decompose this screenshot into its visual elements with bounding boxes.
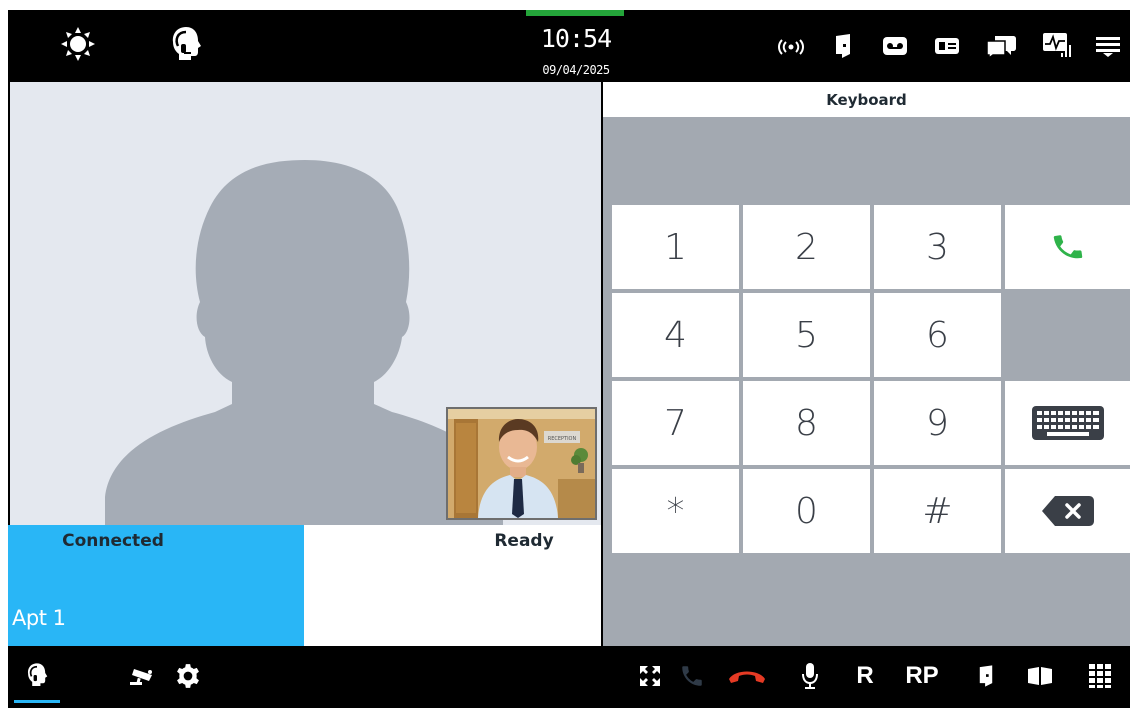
- gate-icon: [1028, 667, 1052, 685]
- apartment-label: Apt 1: [12, 606, 66, 630]
- hangup-button[interactable]: [726, 664, 768, 688]
- self-view-preview[interactable]: RECEPTION: [446, 407, 597, 520]
- dialpad: 1 2 3 4 5 6 7 8 9 * 0 #: [603, 117, 1130, 646]
- brightness-icon[interactable]: [58, 24, 98, 64]
- mute-button[interactable]: [796, 660, 824, 692]
- backspace-key[interactable]: [1005, 469, 1130, 553]
- ready-label: Ready: [494, 531, 554, 551]
- backspace-icon: [1041, 496, 1094, 526]
- headset-agent-icon: [28, 663, 48, 686]
- fullscreen-button[interactable]: [636, 662, 664, 690]
- door-open-button[interactable]: [974, 662, 998, 690]
- microphone-icon: [802, 663, 818, 689]
- dial-display: [603, 117, 1130, 202]
- keyboard-header: Keyboard: [603, 82, 1130, 117]
- fullscreen-icon: [640, 666, 660, 686]
- keyboard-toggle-key[interactable]: [1005, 381, 1130, 465]
- key-4[interactable]: 4: [612, 293, 739, 377]
- tab-agent[interactable]: [20, 658, 54, 692]
- monitor-signal-icon[interactable]: [1040, 30, 1074, 60]
- key-7[interactable]: 7: [612, 381, 739, 465]
- call-button[interactable]: [676, 660, 708, 692]
- key-3[interactable]: 3: [874, 205, 1001, 289]
- recall-button[interactable]: R: [852, 661, 878, 691]
- connected-label: Connected: [62, 531, 164, 551]
- call-key[interactable]: [1005, 205, 1130, 289]
- tab-camera[interactable]: [126, 660, 160, 690]
- voicemail-icon[interactable]: [880, 34, 910, 58]
- keyboard-title: Keyboard: [826, 91, 907, 109]
- redial-button[interactable]: RP: [900, 661, 944, 691]
- tab-settings[interactable]: [172, 660, 204, 692]
- chat-icon[interactable]: [984, 32, 1018, 60]
- key-1[interactable]: 1: [612, 205, 739, 289]
- video-feed: RECEPTION: [10, 82, 601, 526]
- keypad-button[interactable]: [1084, 660, 1116, 692]
- reception-sign: RECEPTION: [548, 436, 577, 442]
- keyboard-icon: [1031, 406, 1104, 440]
- key-star[interactable]: *: [612, 469, 739, 553]
- intercom-app-window: 10:54 09/04/2025 RECEPTION Connected Apt…: [8, 10, 1130, 708]
- key-hash[interactable]: #: [874, 469, 1001, 553]
- bottom-toolbar: R RP: [8, 646, 1130, 708]
- top-bar: 10:54 09/04/2025: [8, 10, 1130, 82]
- key-0[interactable]: 0: [743, 469, 870, 553]
- call-icon: [1053, 235, 1082, 259]
- status-indicator: [526, 10, 624, 16]
- ready-status-panel[interactable]: Ready: [304, 525, 601, 646]
- hangup-icon: [729, 671, 765, 683]
- clock-time: 10:54: [540, 24, 612, 53]
- door-icon: [979, 665, 993, 687]
- call-icon: [682, 666, 702, 686]
- keypad-icon: [1089, 664, 1111, 688]
- wireless-icon[interactable]: [777, 36, 805, 58]
- call-status-panel[interactable]: Connected Apt 1: [8, 525, 304, 646]
- active-tab-indicator: [14, 700, 60, 703]
- key-9[interactable]: 9: [874, 381, 1001, 465]
- id-card-icon[interactable]: [932, 34, 962, 58]
- camera-icon: [130, 669, 152, 685]
- clock-date: 09/04/2025: [542, 63, 610, 77]
- headset-agent-icon[interactable]: [166, 22, 206, 66]
- key-5[interactable]: 5: [743, 293, 870, 377]
- door-icon[interactable]: [832, 32, 854, 60]
- key-8[interactable]: 8: [743, 381, 870, 465]
- gear-icon: [177, 664, 199, 688]
- menu-icon[interactable]: [1094, 34, 1122, 58]
- gate-open-button[interactable]: [1024, 662, 1056, 690]
- key-2[interactable]: 2: [743, 205, 870, 289]
- key-6[interactable]: 6: [874, 293, 1001, 377]
